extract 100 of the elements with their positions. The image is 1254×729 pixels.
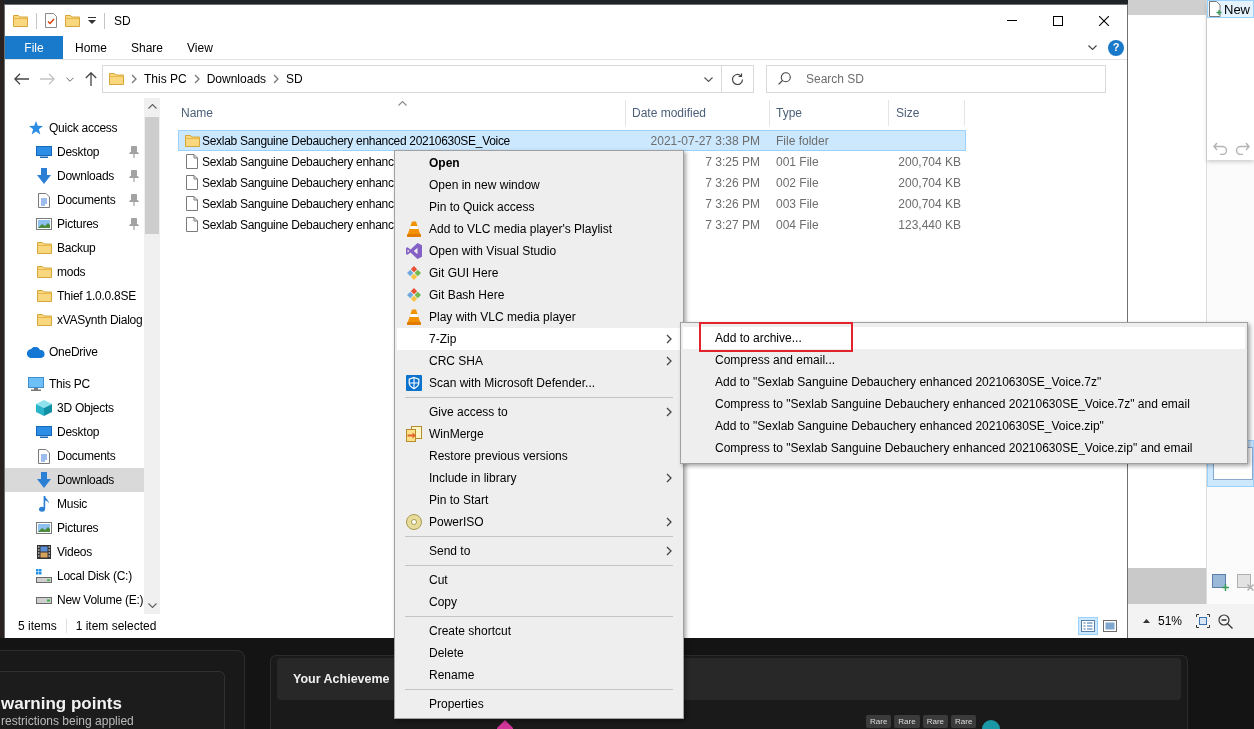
view-button[interactable] xyxy=(1100,617,1120,635)
menu-item[interactable]: Git Bash Here xyxy=(397,284,681,306)
menu-item[interactable]: 7-Zip xyxy=(397,328,681,350)
menu-item[interactable]: Compress to "Sexlab Sanguine Debauchery enhanced 20210630SE_Voice.zip" and email xyxy=(683,437,1245,459)
folder-icon xyxy=(184,134,200,147)
menu-item[interactable]: Add to VLC media player's Playlist xyxy=(397,218,681,240)
nav-item[interactable]: Downloads xyxy=(5,468,144,492)
menu-item[interactable]: Give access to xyxy=(397,401,681,423)
nav-item[interactable]: Desktop xyxy=(5,140,144,164)
help-button[interactable]: ? xyxy=(1108,39,1124,56)
menu-item[interactable]: CRC SHA xyxy=(397,350,681,372)
refresh-button[interactable] xyxy=(722,65,754,93)
file-type: File folder xyxy=(776,133,829,148)
nav-item[interactable]: Music xyxy=(5,492,144,516)
modified-date: 7 3:26 PM xyxy=(705,196,760,211)
file-size: 123,440 KB xyxy=(898,217,961,232)
search-field[interactable]: Search SD xyxy=(766,65,1106,93)
nav-item[interactable]: Documents xyxy=(5,188,144,212)
column-header[interactable]: Name xyxy=(178,100,626,126)
file-icon xyxy=(186,175,198,190)
drive-icon xyxy=(36,596,52,604)
nav-item[interactable]: OneDrive xyxy=(5,340,144,364)
menu-item[interactable]: Create shortcut xyxy=(397,620,681,642)
menu-item[interactable]: Scan with Microsoft Defender... xyxy=(397,372,681,394)
menu-item[interactable]: Open xyxy=(397,152,681,174)
menu-item[interactable]: Git GUI Here xyxy=(397,262,681,284)
chevron-down-icon[interactable] xyxy=(704,76,713,82)
nav-item[interactable]: Pictures xyxy=(5,212,144,236)
download-arrow-icon xyxy=(37,472,51,488)
maximize-icon xyxy=(1053,15,1063,26)
ribbon-tab[interactable]: View xyxy=(175,36,225,59)
nav-item[interactable]: Documents xyxy=(5,444,144,468)
nav-item[interactable]: Desktop xyxy=(5,420,144,444)
new-item[interactable]: New xyxy=(1207,0,1254,18)
menu-item[interactable]: Add to "Sexlab Sanguine Debauchery enhanced 20210630SE_Voice.7z" xyxy=(683,371,1245,393)
column-header[interactable]: Date modified xyxy=(626,100,770,126)
menu-item[interactable]: Open with Visual Studio xyxy=(397,240,681,262)
chevron-down-icon[interactable] xyxy=(1088,45,1097,50)
picture-icon xyxy=(36,522,52,534)
nav-item[interactable]: Pictures xyxy=(5,516,144,540)
menu-item[interactable]: Compress to "Sexlab Sanguine Debauchery enhanced 20210630SE_Voice.7z" and email xyxy=(683,393,1245,415)
menu-item[interactable]: Copy xyxy=(397,591,681,613)
nav-item[interactable]: Backup xyxy=(5,236,144,260)
menu-item[interactable]: Cut xyxy=(397,569,681,591)
menu-item[interactable]: Add to "Sexlab Sanguine Debauchery enhanced 20210630SE_Voice.zip" xyxy=(683,415,1245,437)
nav-item[interactable]: Thief 1.0.0.8SE xyxy=(5,284,144,308)
file-name[interactable]: Sexlab Sanguine Debauchery enhanc xyxy=(202,175,394,190)
nav-item[interactable]: New Volume (E:) xyxy=(5,588,144,612)
file-name[interactable]: Sexlab Sanguine Debauchery enhanc xyxy=(202,217,394,232)
column-header[interactable]: Size xyxy=(889,100,965,126)
nav-item[interactable]: Quick access xyxy=(5,116,144,140)
breadcrumb[interactable]: SD xyxy=(286,72,303,86)
minimize-icon xyxy=(1007,20,1017,21)
rarity-tag: Rare xyxy=(951,715,977,728)
nav-item[interactable]: xVASynth Dialog xyxy=(5,308,144,332)
file-size: 200,704 KB xyxy=(898,175,961,190)
chevron-right-icon[interactable] xyxy=(193,74,200,84)
music-note-icon xyxy=(39,496,49,512)
chevron-right-icon[interactable] xyxy=(273,74,280,84)
menu-item[interactable]: Include in library xyxy=(397,467,681,489)
back-button[interactable] xyxy=(14,73,29,85)
breadcrumb[interactable]: This PC xyxy=(144,72,187,86)
menu-item[interactable]: PowerISO xyxy=(397,511,681,533)
menu-item[interactable]: Rename xyxy=(397,664,681,686)
nav-item[interactable]: 3D Objects xyxy=(5,396,144,420)
menu-item[interactable]: Send to xyxy=(397,540,681,562)
menu-item[interactable]: Compress and email... xyxy=(683,349,1245,371)
scrollbar-thumb[interactable] xyxy=(145,117,159,234)
scrollbar[interactable] xyxy=(144,98,160,614)
file-menu-button[interactable]: File xyxy=(5,36,63,59)
dropdown-icon[interactable] xyxy=(88,17,96,24)
menu-item[interactable]: Open in new window xyxy=(397,174,681,196)
menu-item[interactable]: Pin to Quick access xyxy=(397,196,681,218)
cube-icon xyxy=(36,400,52,416)
ribbon-tab[interactable]: Home xyxy=(63,36,119,59)
add-button[interactable] xyxy=(1212,573,1229,591)
document-icon xyxy=(38,448,50,464)
nav-item[interactable]: This PC xyxy=(5,372,144,396)
selected-file-row[interactable]: Sexlab Sanguine Debauchery enhanced 20210630SE_Voice 2021-07-27 3:38 PM File folder xyxy=(178,130,966,151)
menu-item[interactable]: Pin to Start xyxy=(397,489,681,511)
chevron-right-icon[interactable] xyxy=(131,74,137,84)
fit-button[interactable] xyxy=(1196,614,1211,628)
file-name[interactable]: Sexlab Sanguine Debauchery enhanc xyxy=(202,196,394,211)
zoom-out-button[interactable] xyxy=(1218,613,1234,629)
menu-item[interactable]: WinMerge xyxy=(397,423,681,445)
menu-item[interactable]: Restore previous versions xyxy=(397,445,681,467)
column-header[interactable]: Type xyxy=(770,100,889,126)
file-name[interactable]: Sexlab Sanguine Debauchery enhanced 20210630SE_Voice xyxy=(202,133,510,148)
breadcrumb[interactable]: Downloads xyxy=(206,72,267,86)
ribbon-tab[interactable]: Share xyxy=(119,36,176,59)
menu-item[interactable]: Play with VLC media player xyxy=(397,306,681,328)
nav-item[interactable]: Downloads xyxy=(5,164,144,188)
view-button[interactable] xyxy=(1078,617,1098,635)
nav-item[interactable]: Videos xyxy=(5,540,144,564)
address-bar[interactable]: This PC Downloads SD xyxy=(102,65,722,93)
nav-item[interactable]: mods xyxy=(5,260,144,284)
up-button[interactable] xyxy=(85,72,97,86)
file-name[interactable]: Sexlab Sanguine Debauchery enhanc xyxy=(202,154,394,169)
folder-icon xyxy=(36,314,52,326)
nav-item[interactable]: Local Disk (C:) xyxy=(5,564,144,588)
